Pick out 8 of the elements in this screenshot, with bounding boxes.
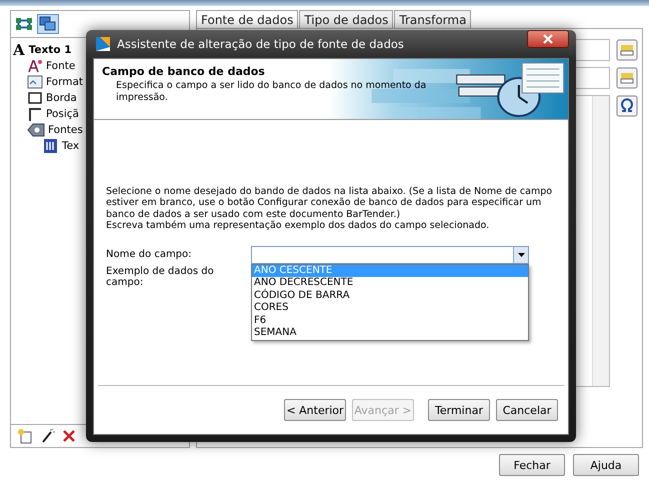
page-description: Especifica o campo a ser lido do banco de dados no momento da impressão. [115,80,428,104]
field-label: Exemplo de dados do campo: [106,266,215,288]
instruction-text: Escreva também uma representação exemplo dos dados do campo selecionado. [106,220,490,232]
window-title: Assistente de alteração de tipo de fonte de dados [117,37,404,51]
text-object-icon: A [13,42,25,58]
instruction-text: Selecione o nome desejado do bando de dados na lista abaixo. (Se a lista de Nome de campo estiver em branco, use o botão Configurar conexão de banco de dados para especificar um banco de dados a ser usado com este documento BarTender.) [106,186,554,220]
page-heading: Campo de banco de dados [102,65,266,78]
field-label: Nome do campo: [106,249,193,260]
